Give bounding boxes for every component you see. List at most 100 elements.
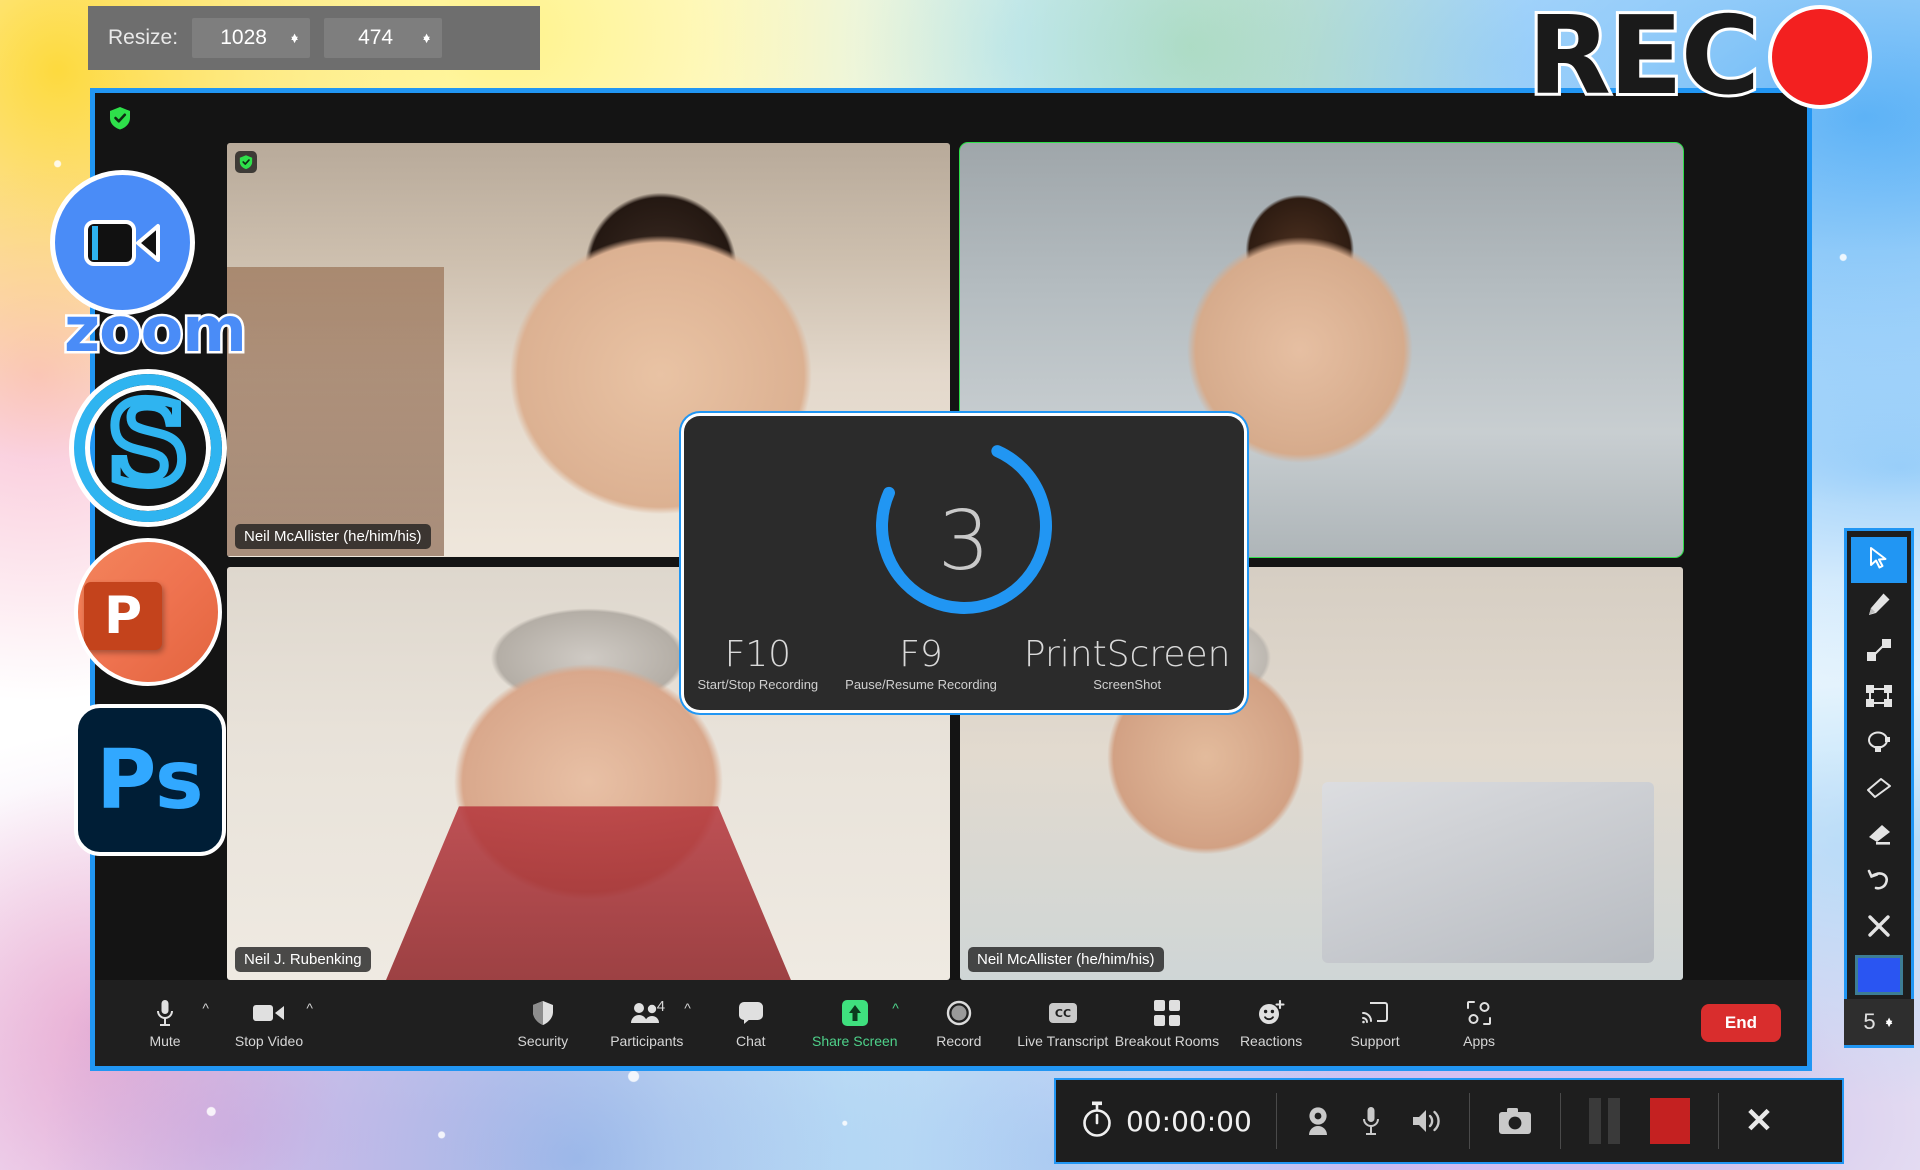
participant-name-tag: Neil McAllister (he/him/his) (235, 523, 431, 549)
reactions-label: Reactions (1239, 1032, 1303, 1049)
speaker-icon[interactable] (1411, 1107, 1441, 1135)
apps-button[interactable]: Apps (1427, 984, 1531, 1062)
stop-video-label: Stop Video (234, 1032, 304, 1049)
mute-button[interactable]: Mute ^ (113, 984, 217, 1062)
zoom-wordmark: zoom (62, 291, 250, 369)
height-stepper-arrows[interactable]: ▲ ▼ (421, 31, 432, 45)
live-transcript-label: Live Transcript (1017, 1032, 1109, 1049)
tile-encryption-shield-icon (235, 151, 257, 173)
hotkey-screenshot: PrintScreen ScreenShot (1024, 634, 1231, 692)
recording-countdown-overlay: 3 F10 Start/Stop Recording F9 Pause/Resu… (684, 416, 1244, 710)
recording-timer: 00:00:00 (1056, 1100, 1276, 1143)
annotation-tool-palette: 5 ▲ ▼ (1844, 528, 1914, 1048)
resize-height-stepper[interactable]: 474 ▲ ▼ (324, 18, 443, 58)
hotkey-key: PrintScreen (1023, 634, 1231, 675)
share-screen-button[interactable]: Share Screen ^ (803, 984, 907, 1062)
close-x-icon[interactable]: ✕ (1719, 1101, 1800, 1141)
chat-button[interactable]: Chat (699, 984, 803, 1062)
app-icon-photoshop[interactable]: Ps (44, 704, 226, 856)
participants-label: Participants (610, 1032, 684, 1049)
powerpoint-icon: P (74, 538, 222, 686)
recorder-transport-buttons (1561, 1098, 1718, 1144)
tool-line[interactable] (1851, 629, 1907, 675)
webcam-icon[interactable] (1305, 1106, 1331, 1136)
security-button[interactable]: Security (491, 984, 595, 1062)
participant-name-tag: Neil McAllister (he/him/his) (968, 947, 1164, 972)
stroke-size-value: 5 (1863, 1009, 1876, 1034)
rec-label: REC (1525, 0, 1763, 122)
rec-dot-icon (1768, 4, 1872, 109)
zoom-control-bar: Mute ^ Stop Video ^ Security 4 Participa… (95, 980, 1807, 1066)
chevron-up-icon[interactable]: ^ (892, 1000, 899, 1016)
microphone-icon[interactable] (1361, 1106, 1381, 1136)
line-tool-icon (1867, 638, 1891, 667)
chat-bubble-icon (738, 998, 764, 1028)
recorder-capture-buttons (1470, 1107, 1560, 1135)
tool-pencil[interactable] (1851, 583, 1907, 629)
width-stepper-arrows[interactable]: ▲ ▼ (289, 31, 300, 45)
lasso-tool-icon (1866, 730, 1892, 759)
app-icon-skype[interactable]: S (44, 374, 226, 522)
closed-caption-icon: CC (1048, 998, 1078, 1028)
security-label: Security (517, 1032, 569, 1049)
share-up-arrow-icon (841, 998, 869, 1028)
camera-icon[interactable] (1498, 1107, 1532, 1135)
tool-undo[interactable] (1851, 859, 1907, 905)
mute-label: Mute (149, 1032, 181, 1049)
smiley-plus-icon (1257, 998, 1285, 1028)
close-x-icon (1867, 914, 1891, 943)
hotkey-desc: ScreenShot (1093, 677, 1162, 692)
photoshop-icon: Ps (74, 704, 226, 856)
stroke-size-stepper[interactable]: 5 ▲ ▼ (1844, 999, 1914, 1045)
stroke-color-swatch[interactable] (1855, 955, 1903, 995)
tool-cursor[interactable] (1851, 537, 1907, 583)
microphone-icon (155, 998, 175, 1028)
app-icon-rail: zoom S P Ps (44, 170, 250, 856)
app-icon-powerpoint[interactable]: P (44, 538, 226, 686)
support-button[interactable]: Support (1323, 984, 1427, 1062)
chat-label: Chat (736, 1032, 766, 1049)
chevron-up-icon[interactable]: ^ (306, 1000, 313, 1016)
participants-count: 4 (656, 998, 666, 1015)
share-screen-label: Share Screen (811, 1032, 898, 1049)
rec-indicator: REC (1525, 0, 1872, 122)
apps-label: Apps (1463, 1032, 1496, 1049)
shield-icon (532, 998, 554, 1028)
chevron-up-icon[interactable]: ^ (684, 1000, 691, 1016)
apps-icon (1466, 998, 1492, 1028)
tool-highlighter[interactable] (1851, 813, 1907, 859)
photoshop-letter: Ps (96, 732, 204, 828)
chevron-up-icon[interactable]: ^ (202, 1000, 209, 1016)
tool-rectangle[interactable] (1851, 675, 1907, 721)
screen-cast-icon (1361, 998, 1389, 1028)
hotkey-pause-resume: F9 Pause/Resume Recording (845, 634, 997, 692)
app-icon-zoom[interactable]: zoom (44, 170, 250, 369)
pause-icon[interactable] (1588, 1098, 1620, 1144)
grid-squares-icon (1153, 998, 1180, 1028)
stroke-size-arrows[interactable]: ▲ ▼ (1884, 1015, 1895, 1029)
stop-square-icon[interactable] (1649, 1098, 1690, 1144)
support-label: Support (1350, 1032, 1400, 1049)
stop-video-button[interactable]: Stop Video ^ (217, 984, 321, 1062)
record-circle-icon (946, 998, 972, 1028)
record-label: Record (936, 1032, 982, 1049)
tool-clear[interactable] (1851, 905, 1907, 951)
breakout-rooms-button[interactable]: Breakout Rooms (1115, 984, 1219, 1062)
record-button[interactable]: Record (907, 984, 1011, 1062)
meeting-encryption-shield-icon[interactable] (107, 105, 133, 131)
resize-toolbar: Resize: 1028 ▲ ▼ 474 ▲ ▼ (88, 6, 540, 70)
participants-button[interactable]: 4 Participants ^ (595, 984, 699, 1062)
participant-name-tag: Neil J. Rubenking (235, 947, 371, 972)
hotkey-start-stop: F10 Start/Stop Recording (697, 634, 818, 692)
resize-width-stepper[interactable]: 1028 ▲ ▼ (192, 18, 311, 58)
stopwatch-icon (1080, 1100, 1114, 1143)
end-meeting-button[interactable]: End (1700, 1004, 1781, 1042)
highlighter-icon (1866, 823, 1892, 850)
hotkey-legend: F10 Start/Stop Recording F9 Pause/Resume… (684, 634, 1244, 692)
cursor-arrow-icon (1868, 546, 1890, 575)
hotkey-desc: Start/Stop Recording (697, 677, 819, 692)
tool-lasso[interactable] (1851, 721, 1907, 767)
tool-eraser[interactable] (1851, 767, 1907, 813)
reactions-button[interactable]: Reactions (1219, 984, 1323, 1062)
live-transcript-button[interactable]: CC Live Transcript (1011, 984, 1115, 1062)
